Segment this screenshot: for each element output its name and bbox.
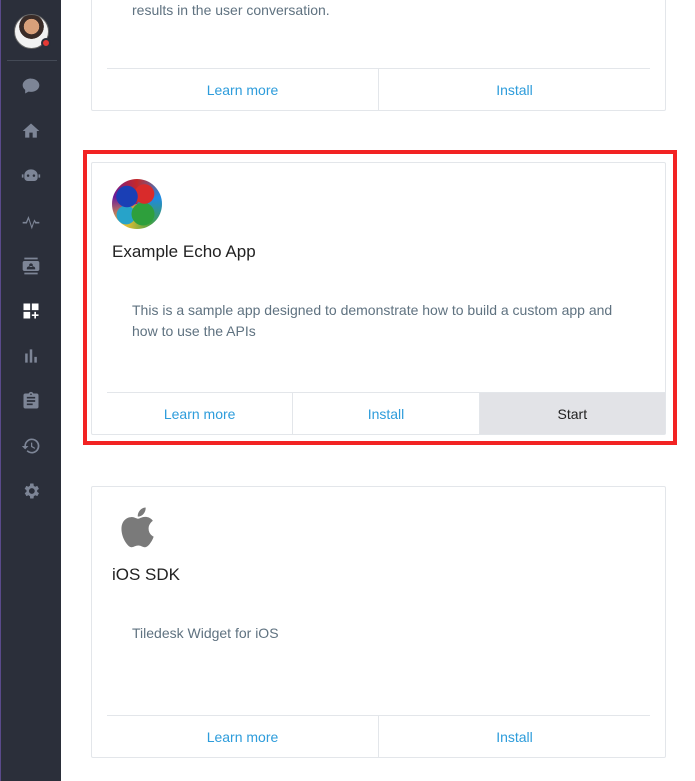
nav-conversations[interactable] (16, 71, 46, 101)
app-description: Tiledesk Widget for iOS (132, 625, 279, 641)
bot-icon (21, 169, 41, 181)
app-description: results in the user conversation. (132, 2, 330, 18)
nav-history[interactable] (16, 431, 46, 461)
nav-bots[interactable] (16, 161, 46, 191)
app-card-ios: iOS SDK Tiledesk Widget for iOS Learn mo… (91, 486, 666, 758)
sidebar (0, 0, 61, 781)
activity-icon (22, 216, 40, 230)
apple-icon (116, 503, 156, 551)
card-footer: Learn more Install (107, 68, 650, 110)
home-icon (22, 123, 40, 138)
apps-icon (23, 303, 39, 319)
history-icon (21, 438, 40, 454)
status-indicator (41, 38, 51, 48)
learn-more-button[interactable]: Learn more (107, 69, 378, 110)
app-title: iOS SDK (112, 565, 181, 584)
nav-activities[interactable] (16, 206, 46, 236)
highlight-frame (83, 150, 677, 445)
nav-apps[interactable] (16, 296, 46, 326)
nav-requests[interactable] (16, 386, 46, 416)
sidebar-divider (7, 60, 57, 61)
settings-icon (24, 483, 39, 499)
card-footer: Learn more Install (107, 715, 650, 757)
contacts-icon (22, 257, 40, 275)
chat-icon (22, 78, 40, 94)
install-button[interactable]: Install (378, 716, 650, 757)
nav-home[interactable] (16, 116, 46, 146)
nav-settings[interactable] (16, 476, 46, 506)
nav-contacts[interactable] (16, 251, 46, 281)
app-card: results in the user conversation. Learn … (91, 0, 666, 111)
learn-more-button[interactable]: Learn more (107, 716, 378, 757)
clipboard-icon (23, 391, 39, 409)
analytics-icon (25, 349, 37, 363)
nav-analytics[interactable] (16, 341, 46, 371)
install-button[interactable]: Install (378, 69, 650, 110)
